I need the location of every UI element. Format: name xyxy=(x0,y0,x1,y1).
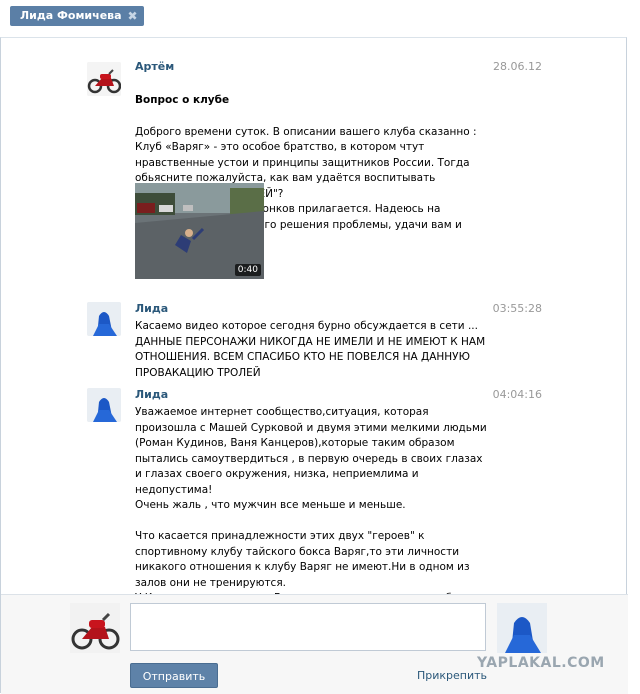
recipient-avatar[interactable] xyxy=(497,603,547,653)
dialog-tab-label: Лида Фомичева xyxy=(20,9,122,22)
message-time: 03:55:28 xyxy=(492,302,542,315)
video-duration: 0:40 xyxy=(234,264,261,276)
conversation-panel: Артём 28.06.12 Вопрос о клубе Доброго вр… xyxy=(0,37,628,694)
author-name[interactable]: Лида xyxy=(135,388,168,401)
video-thumbnail[interactable]: 0:40 xyxy=(135,183,264,279)
avatar[interactable] xyxy=(87,62,121,96)
avatar[interactable] xyxy=(87,302,121,336)
top-bar: Лида Фомичева ✖ xyxy=(0,0,640,38)
author-name[interactable]: Лида xyxy=(135,302,168,315)
dialog-tab[interactable]: Лида Фомичева ✖ xyxy=(10,6,144,26)
own-avatar[interactable] xyxy=(70,603,120,653)
user-photo-icon xyxy=(87,302,121,336)
motorcycle-icon xyxy=(70,603,120,653)
user-photo-icon xyxy=(497,603,547,653)
close-icon[interactable]: ✖ xyxy=(127,6,137,26)
message-time: 28.06.12 xyxy=(493,60,542,73)
motorcycle-icon xyxy=(87,62,121,96)
message-composer: Отправить Прикрепить xyxy=(1,594,628,694)
user-photo-icon xyxy=(87,388,121,422)
message-subject: Вопрос о клубе xyxy=(135,93,230,106)
message-time: 04:04:16 xyxy=(492,388,542,401)
avatar[interactable] xyxy=(87,388,121,422)
send-button[interactable]: Отправить xyxy=(130,663,218,688)
author-name[interactable]: Артём xyxy=(135,60,174,73)
watermark: YAPLAKAL.COM xyxy=(477,655,605,671)
message-text: Касаемо видео которое сегодня бурно обсу… xyxy=(135,320,486,379)
message-input[interactable] xyxy=(130,603,486,651)
